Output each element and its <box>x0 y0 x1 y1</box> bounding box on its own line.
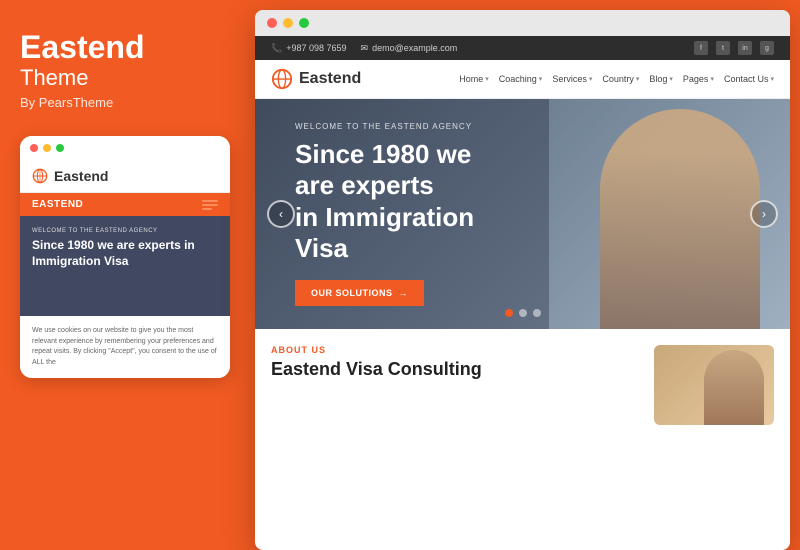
mobile-hero: WELCOME TO THE EASTEND AGENCY Since 1980… <box>20 216 230 316</box>
nav-country-label: Country <box>602 74 634 84</box>
nav-item-services[interactable]: Services ▾ <box>552 74 592 84</box>
nav-services-caret: ▾ <box>589 75 593 83</box>
nav-item-contact[interactable]: Contact Us ▾ <box>724 74 774 84</box>
hero-person-silhouette <box>600 109 760 329</box>
mobile-dot-red <box>30 144 38 152</box>
hero-cta-button[interactable]: OUR SOLUTIONS → <box>295 280 424 306</box>
hero-pagination-dots <box>505 309 541 317</box>
site-logo-globe-icon <box>271 68 293 90</box>
hamburger-line-2 <box>202 204 218 206</box>
hero-welcome-text: WELCOME TO THE EASTEND AGENCY <box>295 122 509 131</box>
site-topbar: 📞 +987 098 7659 ✉ demo@example.com f t i… <box>255 36 790 60</box>
nav-home-label: Home <box>459 74 483 84</box>
nav-items: Home ▾ Coaching ▾ Services ▾ Country ▾ B… <box>459 74 774 84</box>
hero-cta-arrow-icon: → <box>399 288 409 298</box>
about-person-silhouette <box>704 350 764 425</box>
mobile-nav-bar: EASTEND <box>20 193 230 216</box>
about-title: Eastend Visa Consulting <box>271 359 638 380</box>
hero-prev-button[interactable]: ‹ <box>267 200 295 228</box>
nav-country-caret: ▾ <box>636 75 640 83</box>
left-panel: Eastend Theme By PearsTheme Eastend EAST… <box>0 0 245 550</box>
linkedin-icon[interactable]: in <box>738 41 752 55</box>
twitter-icon[interactable]: t <box>716 41 730 55</box>
hero-dot-1[interactable] <box>505 309 513 317</box>
mobile-dot-yellow <box>43 144 51 152</box>
hero-title-line2: in Immigration Visa <box>295 202 474 263</box>
nav-pages-caret: ▾ <box>710 75 714 83</box>
nav-services-label: Services <box>552 74 587 84</box>
phone-icon: 📞 <box>271 43 282 54</box>
site-nav: Eastend Home ▾ Coaching ▾ Services ▾ Cou… <box>255 60 790 99</box>
about-label: ABOUT US <box>271 345 638 355</box>
nav-contact-caret: ▾ <box>770 75 774 83</box>
topbar-social-icons: f t in g <box>694 41 774 55</box>
brand-block: Eastend Theme By PearsTheme <box>20 30 225 110</box>
nav-coaching-label: Coaching <box>499 74 537 84</box>
site-hero: ‹ WELCOME TO THE EASTEND AGENCY Since 19… <box>255 99 790 329</box>
hero-next-button[interactable]: › <box>750 200 778 228</box>
mobile-body-text: We use cookies on our website to give yo… <box>32 326 218 368</box>
brand-theme-label: Theme <box>20 65 225 91</box>
nav-item-home[interactable]: Home ▾ <box>459 74 489 84</box>
nav-item-country[interactable]: Country ▾ <box>602 74 639 84</box>
browser-dot-yellow <box>283 18 293 28</box>
hero-content: WELCOME TO THE EASTEND AGENCY Since 1980… <box>255 122 549 306</box>
mobile-hero-welcome: WELCOME TO THE EASTEND AGENCY <box>32 228 218 234</box>
about-section: ABOUT US Eastend Visa Consulting <box>271 345 638 425</box>
mobile-hamburger-icon <box>202 200 218 210</box>
browser-titlebar <box>255 10 790 36</box>
mobile-nav-label: EASTEND <box>32 199 83 210</box>
nav-contact-label: Contact Us <box>724 74 769 84</box>
hero-next-icon: › <box>762 207 766 221</box>
topbar-email: ✉ demo@example.com <box>361 43 458 54</box>
mobile-logo-bar: Eastend <box>20 160 230 193</box>
email-address: demo@example.com <box>372 43 457 53</box>
nav-blog-caret: ▾ <box>669 75 673 83</box>
mobile-globe-icon <box>32 168 48 184</box>
nav-home-caret: ▾ <box>485 75 489 83</box>
hamburger-line-1 <box>202 200 218 202</box>
mobile-card-body: We use cookies on our website to give yo… <box>20 316 230 378</box>
browser-window: 📞 +987 098 7659 ✉ demo@example.com f t i… <box>255 10 790 550</box>
hero-dot-2[interactable] <box>519 309 527 317</box>
hamburger-line-3 <box>202 208 212 210</box>
hero-prev-icon: ‹ <box>279 207 283 221</box>
nav-item-coaching[interactable]: Coaching ▾ <box>499 74 543 84</box>
nav-item-blog[interactable]: Blog ▾ <box>649 74 673 84</box>
google-icon[interactable]: g <box>760 41 774 55</box>
facebook-icon[interactable]: f <box>694 41 708 55</box>
mobile-dot-green <box>56 144 64 152</box>
nav-blog-label: Blog <box>649 74 667 84</box>
nav-coaching-caret: ▾ <box>539 75 543 83</box>
mobile-logo-text: Eastend <box>54 168 108 184</box>
mobile-hero-title: Since 1980 we are experts in Immigration… <box>32 238 218 269</box>
browser-dot-green <box>299 18 309 28</box>
nav-pages-label: Pages <box>683 74 709 84</box>
mobile-titlebar <box>20 136 230 160</box>
brand-by: By PearsTheme <box>20 95 225 110</box>
site-logo-text: Eastend <box>299 70 361 88</box>
brand-name: Eastend <box>20 30 225 65</box>
hero-cta-label: OUR SOLUTIONS <box>311 288 393 298</box>
hero-dot-3[interactable] <box>533 309 541 317</box>
site-below-hero: ABOUT US Eastend Visa Consulting <box>255 329 790 425</box>
browser-dot-red <box>267 18 277 28</box>
hero-title-line1: Since 1980 we are experts <box>295 139 471 200</box>
phone-number: +987 098 7659 <box>286 43 346 53</box>
site-logo[interactable]: Eastend <box>271 68 361 90</box>
topbar-phone: 📞 +987 098 7659 <box>271 43 347 54</box>
hero-title: Since 1980 we are experts in Immigration… <box>295 139 509 264</box>
topbar-contact-info: 📞 +987 098 7659 ✉ demo@example.com <box>271 43 457 54</box>
mobile-preview-card: Eastend EASTEND WELCOME TO THE EASTEND A… <box>20 136 230 378</box>
email-icon: ✉ <box>361 43 369 54</box>
nav-item-pages[interactable]: Pages ▾ <box>683 74 714 84</box>
about-image <box>654 345 774 425</box>
